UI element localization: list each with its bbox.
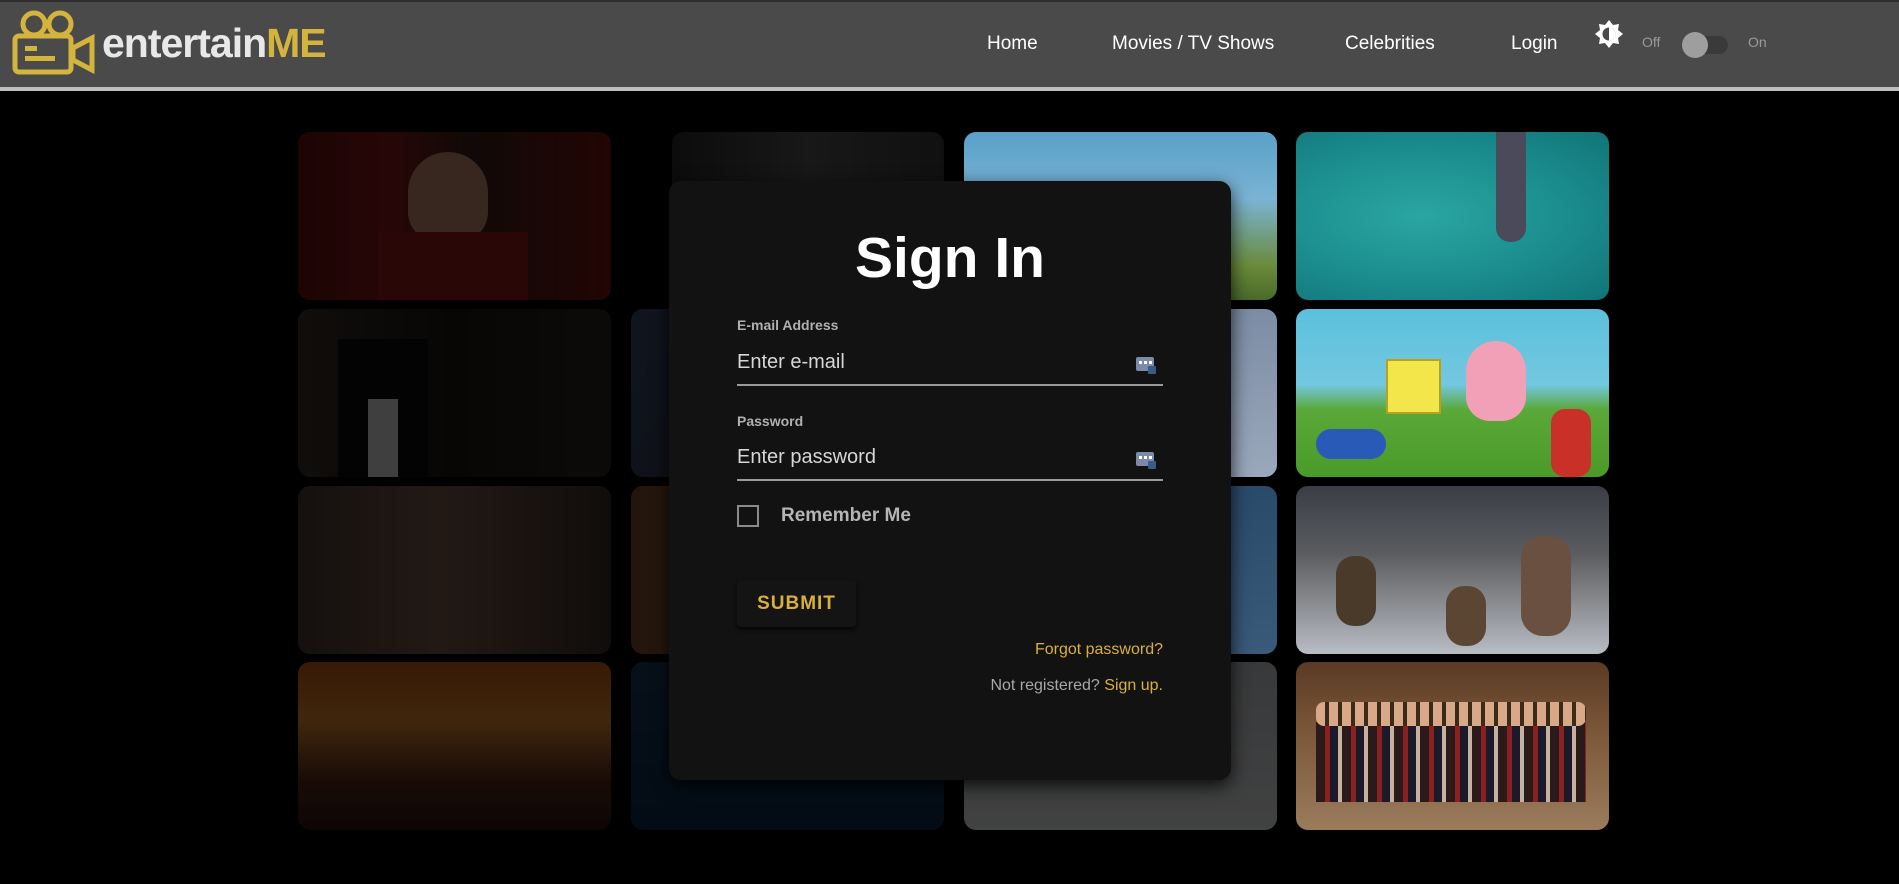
bg-tile <box>1296 662 1609 830</box>
email-input[interactable] <box>737 340 1163 384</box>
toggle-knob <box>1682 32 1708 58</box>
nav-home[interactable]: Home <box>987 28 1038 60</box>
toggle-on-label: On <box>1748 34 1767 50</box>
bg-tile <box>298 486 611 654</box>
email-field-wrapper <box>737 340 1163 386</box>
bg-tile <box>298 132 611 300</box>
dark-mode-toggle[interactable] <box>1682 32 1728 58</box>
bg-tile <box>1296 132 1609 300</box>
navbar: entertainME Home Movies / TV Shows Celeb… <box>0 0 1899 91</box>
forgot-password-link[interactable]: Forgot password? <box>1035 641 1163 659</box>
sign-up-link[interactable]: Sign up. <box>1104 677 1163 694</box>
remember-me-checkbox[interactable] <box>737 505 759 527</box>
logo-text: entertainME <box>102 19 327 66</box>
toggle-off-label: Off <box>1642 34 1661 50</box>
not-registered-text: Not registered? <box>990 677 1100 694</box>
nav-celebrities[interactable]: Celebrities <box>1345 28 1435 60</box>
email-label: E-mail Address <box>737 317 839 333</box>
submit-button[interactable]: SUBMIT <box>737 581 856 627</box>
bg-tile <box>1296 309 1609 477</box>
password-field-wrapper <box>737 435 1163 481</box>
sign-in-card: Sign In E-mail Address Password Remember… <box>669 181 1231 780</box>
logo[interactable]: entertainME <box>12 10 327 76</box>
logo-text-me: ME <box>266 19 326 66</box>
signup-row: Not registered? Sign up. <box>990 677 1163 695</box>
nav-login[interactable]: Login <box>1511 28 1558 60</box>
bg-tile <box>298 662 611 830</box>
remember-me-label: Remember Me <box>781 505 911 526</box>
logo-text-entertain: entertain <box>102 19 267 66</box>
brightness-icon[interactable] <box>1594 19 1624 49</box>
autofill-icon[interactable] <box>1135 448 1157 470</box>
password-input[interactable] <box>737 435 1163 479</box>
bg-tile <box>1296 486 1609 654</box>
camera-logo-icon <box>12 10 95 75</box>
remember-me[interactable]: Remember Me <box>737 505 911 527</box>
nav-movies-tv-shows[interactable]: Movies / TV Shows <box>1112 28 1274 60</box>
bg-tile <box>298 309 611 477</box>
sign-in-title: Sign In <box>855 226 1045 290</box>
autofill-icon[interactable] <box>1135 353 1157 375</box>
password-label: Password <box>737 413 804 429</box>
